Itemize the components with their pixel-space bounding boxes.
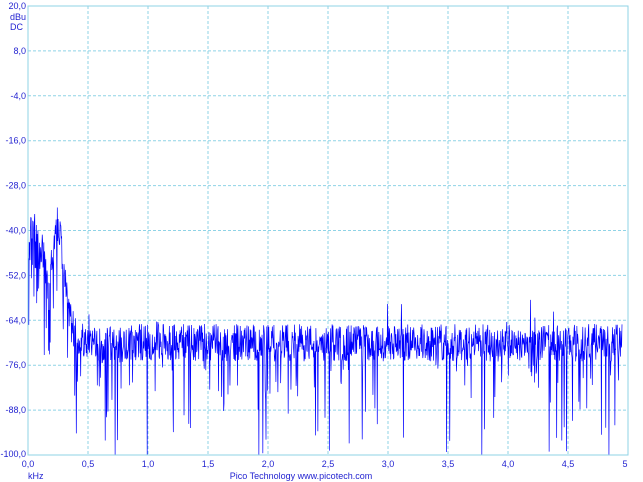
- y-tick-label: 20,0: [8, 1, 26, 11]
- y-tick-label: -76,0: [5, 360, 26, 370]
- y-tick-label: 8,0: [13, 46, 26, 56]
- y-tick-label: -40,0: [5, 226, 26, 236]
- y-tick-label: -100,0: [0, 449, 26, 459]
- x-tick-label: 0,0: [22, 459, 35, 469]
- y-unit-label: dBu: [10, 12, 26, 22]
- y-tick-label: -16,0: [5, 136, 26, 146]
- x-tick-label: 2,0: [262, 459, 275, 469]
- spectrum-chart: 20,0 8,0 -4,0 -16,0 -28,0 -40,0 -52,0 -64,0 -76,…: [0, 0, 643, 482]
- x-tick-label: 2,5: [322, 459, 335, 469]
- chart-background: [0, 0, 643, 482]
- y-tick-label: -28,0: [5, 181, 26, 191]
- x-tick-label: 1,0: [142, 459, 155, 469]
- x-tick-label: 5: [622, 459, 627, 469]
- footer-credit: Pico Technology www.picotech.com: [230, 471, 372, 481]
- x-tick-label: 1,5: [202, 459, 215, 469]
- x-tick-label: 0,5: [82, 459, 95, 469]
- y-tick-label: -52,0: [5, 270, 26, 280]
- y-tick-label: -64,0: [5, 315, 26, 325]
- x-tick-label: 4,0: [502, 459, 515, 469]
- x-tick-label: 4,5: [562, 459, 575, 469]
- y-coupling-label: DC: [10, 22, 23, 32]
- y-tick-label: -4,0: [10, 91, 26, 101]
- y-tick-label: -88,0: [5, 405, 26, 415]
- x-tick-label: 3,0: [382, 459, 395, 469]
- x-unit-label: kHz: [28, 471, 44, 481]
- x-tick-label: 3,5: [442, 459, 455, 469]
